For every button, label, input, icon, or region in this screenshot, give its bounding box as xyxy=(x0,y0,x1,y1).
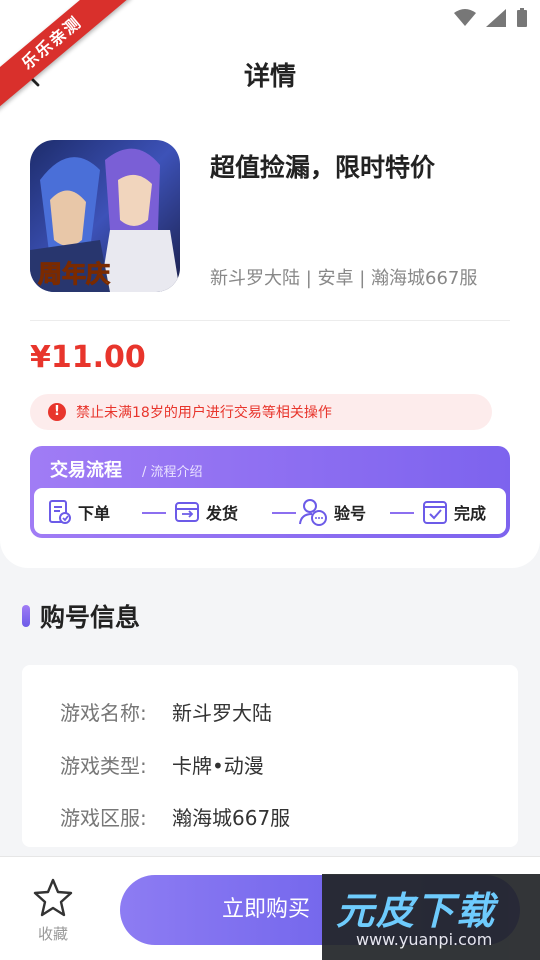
info-key: 游戏类型: xyxy=(60,754,147,778)
step-label: 完成 xyxy=(454,504,487,523)
order-icon xyxy=(49,500,71,524)
ship-icon xyxy=(175,502,199,522)
step-done: 完成 xyxy=(422,498,486,526)
section-marker xyxy=(22,605,30,627)
step-connector xyxy=(142,512,166,514)
page-title: 详情 xyxy=(243,62,296,92)
price: ¥11.00 xyxy=(30,340,146,375)
warning-icon: ! xyxy=(48,403,66,421)
wifi-icon xyxy=(454,9,476,26)
status-icons xyxy=(454,8,528,28)
trade-process-card: 交易流程 / 流程介绍 下单 发货 验号 完成 xyxy=(30,446,510,538)
favorite-label: 收藏 xyxy=(37,925,68,943)
header: 详情 xyxy=(0,36,540,110)
section-title: 购号信息 xyxy=(40,603,141,632)
info-row: 游戏类型: 卡牌•动漫 xyxy=(60,750,264,778)
watermark-logo-text: 元皮下载 xyxy=(336,889,497,933)
game-meta: 新斗罗大陆 | 安卓 | 瀚海城667服 xyxy=(210,268,478,289)
process-header: 交易流程 / 流程介绍 xyxy=(30,446,510,488)
info-value: 新斗罗大陆 xyxy=(172,701,272,725)
info-row: 游戏区服: 瀚海城667服 xyxy=(60,802,291,830)
site-watermark: 元皮下载 www.yuanpi.com xyxy=(322,874,540,960)
step-label: 发货 xyxy=(206,504,239,523)
step-connector xyxy=(390,512,414,514)
cover-badge-text: 周年庆 xyxy=(38,260,110,288)
game-cover-image: 周年庆 xyxy=(30,140,180,292)
step-label: 验号 xyxy=(334,504,367,523)
process-steps: 下单 发货 验号 完成 xyxy=(34,488,506,534)
info-value: 瀚海城667服 xyxy=(172,806,291,830)
favorite-button[interactable]: 收藏 xyxy=(28,877,78,944)
step-ship: 发货 xyxy=(174,498,238,526)
step-label: 下单 xyxy=(78,504,111,523)
star-icon xyxy=(33,878,73,917)
info-key: 游戏区服: xyxy=(60,806,147,830)
battery-icon xyxy=(517,8,527,27)
step-order: 下单 xyxy=(48,498,110,526)
verify-account-icon xyxy=(299,499,327,526)
divider xyxy=(30,320,510,321)
done-icon xyxy=(423,501,447,524)
info-value: 卡牌•动漫 xyxy=(172,754,264,778)
info-key: 游戏名称: xyxy=(60,701,147,725)
section-heading: 购号信息 xyxy=(22,600,140,632)
process-intro-link[interactable]: / 流程介绍 xyxy=(142,461,203,480)
listing-title: 超值捡漏，限时特价 xyxy=(210,153,436,182)
watermark-url: www.yuanpi.com xyxy=(356,930,493,949)
step-connector xyxy=(272,512,296,514)
process-title: 交易流程 xyxy=(50,460,122,481)
info-row: 游戏名称: 新斗罗大陆 xyxy=(60,697,272,725)
account-info-card: 游戏名称: 新斗罗大陆 游戏类型: 卡牌•动漫 游戏区服: 瀚海城667服 xyxy=(22,665,518,847)
age-warning: ! 禁止未满18岁的用户进行交易等相关操作 xyxy=(30,394,492,430)
warning-text: 禁止未满18岁的用户进行交易等相关操作 xyxy=(76,405,332,421)
signal-icon xyxy=(486,9,506,27)
step-verify: 验号 xyxy=(298,498,366,526)
detail-card: 详情 周年庆 超值捡漏，限时特价 新斗罗大陆 | 安卓 | 瀚海城667服 ¥1… xyxy=(0,36,540,568)
